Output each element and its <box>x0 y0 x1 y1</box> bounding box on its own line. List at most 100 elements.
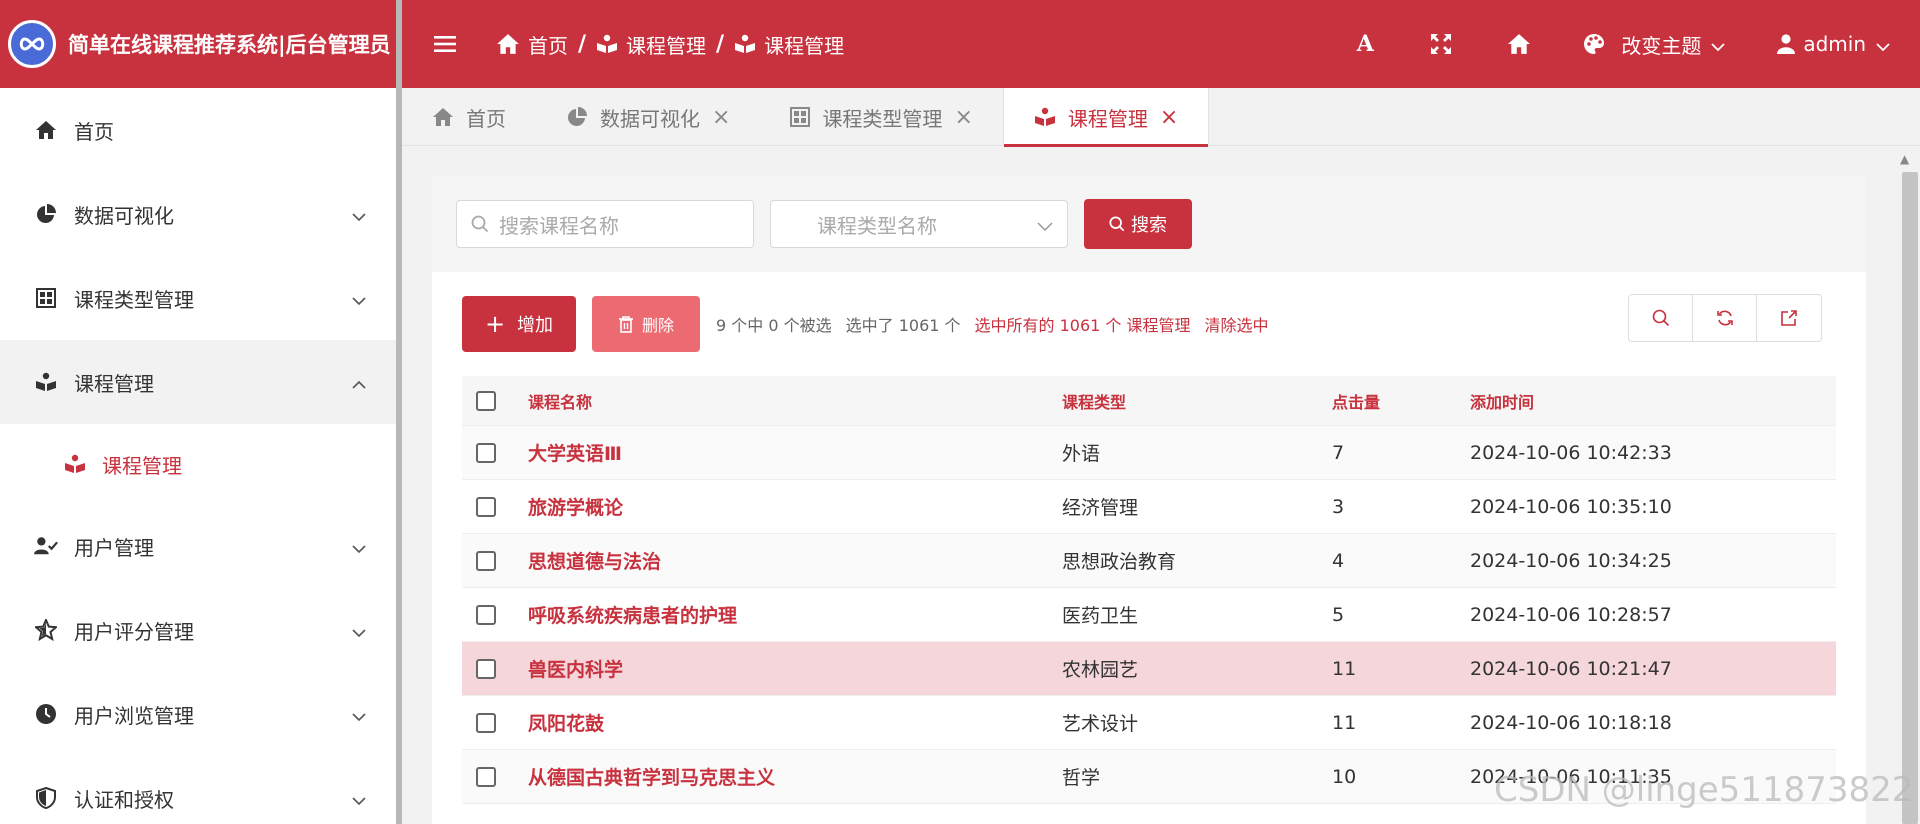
table-row: 凤阳花鼓 艺术设计 11 2024-10-06 10:18:18 <box>462 696 1836 750</box>
user-check-icon <box>34 534 58 558</box>
book-icon <box>596 34 618 54</box>
search-button[interactable]: 搜索 <box>1084 199 1192 249</box>
table-row: 呼吸系统疾病患者的护理 医药卫生 5 2024-10-06 10:28:57 <box>462 588 1836 642</box>
course-name-link[interactable]: 大学英语Ⅲ <box>528 439 1062 466</box>
fullscreen-icon[interactable] <box>1421 33 1461 55</box>
row-checkbox-cell <box>462 604 528 625</box>
tab-home[interactable]: 首页 <box>402 88 536 146</box>
add-button[interactable]: + 增加 <box>462 296 576 352</box>
course-name-search-input[interactable]: 搜索课程名称 <box>456 200 754 248</box>
tab-close-icon[interactable]: × <box>954 105 972 130</box>
sidebar-item-label: 用户管理 <box>74 535 154 560</box>
click-count-cell: 4 <box>1332 549 1345 572</box>
refresh-icon[interactable] <box>1693 295 1757 341</box>
tab-label: 首页 <box>466 106 506 131</box>
course-type-select[interactable]: 课程类型名称 <box>770 200 1068 248</box>
sidebar-item-course[interactable]: 课程管理 <box>0 340 398 424</box>
select-all-checkbox[interactable] <box>476 390 496 411</box>
page-scrollbar-thumb[interactable] <box>1902 172 1918 824</box>
user-label: admin <box>1803 32 1866 56</box>
search-bar: 搜索课程名称 课程类型名称 搜索 <box>432 176 1866 272</box>
course-name-link[interactable]: 兽医内科学 <box>528 655 1062 682</box>
sidebar-item-user-browse[interactable]: 用户浏览管理 <box>0 672 398 756</box>
course-name-link[interactable]: 从德国古典哲学到马克思主义 <box>528 763 1062 790</box>
course-name-link[interactable]: 思想道德与法治 <box>528 547 1062 574</box>
row-checkbox-cell <box>462 496 528 517</box>
book-icon <box>64 453 86 475</box>
click-count-cell: 11 <box>1332 657 1357 680</box>
added-time-cell: 2024-10-06 10:21:47 <box>1470 657 1672 680</box>
course-name-link[interactable]: 旅游学概论 <box>528 493 1062 520</box>
row-checkbox[interactable] <box>476 712 496 733</box>
tab-data-visualization[interactable]: 数据可视化 × <box>536 88 760 146</box>
click-count-cell: 11 <box>1332 711 1357 734</box>
sidebar-item-label: 数据可视化 <box>74 203 174 228</box>
added-time-cell: 2024-10-06 10:34:25 <box>1470 549 1672 572</box>
home-icon <box>496 33 520 55</box>
theme-switch-button[interactable]: 改变主题 <box>1583 30 1725 59</box>
sidebar-item-course-type[interactable]: 课程类型管理 <box>0 256 398 340</box>
search-placeholder: 搜索课程名称 <box>499 213 619 238</box>
brand-bar: 简单在线课程推荐系统|后台管理员 <box>0 0 398 88</box>
sidebar-item-home[interactable]: 首页 <box>0 88 398 172</box>
tab-course[interactable]: 课程管理 × <box>1002 88 1210 147</box>
selection-info: 9 个中 0 个被选 选中了 1061 个 选中所有的 1061 个 课程管理 … <box>716 312 1269 336</box>
user-icon <box>1777 34 1796 54</box>
added-time-cell: 2024-10-06 10:42:33 <box>1470 441 1672 464</box>
row-checkbox[interactable] <box>476 442 496 463</box>
sidebar-item-label: 课程类型管理 <box>74 287 194 312</box>
search-toggle-icon[interactable] <box>1629 295 1693 341</box>
clear-selection-link[interactable]: 清除选中 <box>1205 312 1269 336</box>
course-name-link[interactable]: 凤阳花鼓 <box>528 709 1062 736</box>
export-icon[interactable] <box>1757 295 1821 341</box>
sidebar-item-data-visualization[interactable]: 数据可视化 <box>0 172 398 256</box>
add-button-label: 增加 <box>517 315 554 336</box>
row-checkbox-cell <box>462 658 528 679</box>
sidebar-item-label: 用户浏览管理 <box>74 703 194 728</box>
sidebar-item-user-rating[interactable]: 用户评分管理 <box>0 588 398 672</box>
row-checkbox[interactable] <box>476 496 496 517</box>
table-tools <box>1628 294 1822 342</box>
breadcrumb-course-group[interactable]: 课程管理 <box>596 30 706 59</box>
select-all-link[interactable]: 选中所有的 1061 个 课程管理 <box>975 312 1191 336</box>
font-size-button[interactable]: A <box>1345 31 1385 57</box>
course-table: 课程名称 课程类型 点击量 添加时间 大学英语Ⅲ 外语 7 2024-10-06… <box>462 376 1836 804</box>
column-header-name[interactable]: 课程名称 <box>528 389 1062 413</box>
course-type-cell: 医药卫生 <box>1062 605 1139 627</box>
user-menu-button[interactable]: admin <box>1777 32 1890 56</box>
course-type-cell: 经济管理 <box>1062 497 1139 519</box>
star-icon <box>34 618 58 642</box>
breadcrumb-home[interactable]: 首页 <box>496 30 568 59</box>
table-row: 思想道德与法治 思想政治教育 4 2024-10-06 10:34:25 <box>462 534 1836 588</box>
row-checkbox[interactable] <box>476 766 496 787</box>
delete-button[interactable]: 删除 <box>592 296 700 352</box>
column-header-clicks[interactable]: 点击量 <box>1332 389 1470 413</box>
added-time-cell: 2024-10-06 10:35:10 <box>1470 495 1672 518</box>
scroll-up-arrow-icon[interactable]: ▲ <box>1900 152 1909 166</box>
column-header-type[interactable]: 课程类型 <box>1062 389 1332 413</box>
select-all-checkbox-cell <box>462 390 528 411</box>
tab-close-icon[interactable]: × <box>1160 105 1178 130</box>
plus-icon: + <box>484 310 506 338</box>
book-icon <box>34 370 58 394</box>
header-toolbar: A 改变主题 admin <box>1345 0 1920 88</box>
selection-count: 9 个中 0 个被选 <box>716 316 832 335</box>
tab-course-type[interactable]: 课程类型管理 × <box>760 88 1002 146</box>
breadcrumb-course-page: 课程管理 <box>734 30 844 59</box>
row-checkbox-cell <box>462 442 528 463</box>
row-checkbox[interactable] <box>476 550 496 571</box>
row-checkbox[interactable] <box>476 604 496 625</box>
sidebar-subitem-course[interactable]: 课程管理 <box>0 424 398 504</box>
hamburger-menu-icon[interactable] <box>434 35 460 53</box>
home-icon[interactable] <box>1499 33 1539 55</box>
chevron-down-icon <box>1037 212 1053 236</box>
course-type-cell: 哲学 <box>1062 767 1101 789</box>
tab-bar: 首页 数据可视化 × 课程类型管理 × 课程管理 × <box>402 88 1920 147</box>
course-type-cell: 艺术设计 <box>1062 713 1139 735</box>
row-checkbox[interactable] <box>476 658 496 679</box>
tab-close-icon[interactable]: × <box>712 105 730 130</box>
column-header-time[interactable]: 添加时间 <box>1470 389 1836 413</box>
course-name-link[interactable]: 呼吸系统疾病患者的护理 <box>528 601 1062 628</box>
sidebar-item-auth[interactable]: 认证和授权 <box>0 756 398 824</box>
sidebar-item-user[interactable]: 用户管理 <box>0 504 398 588</box>
